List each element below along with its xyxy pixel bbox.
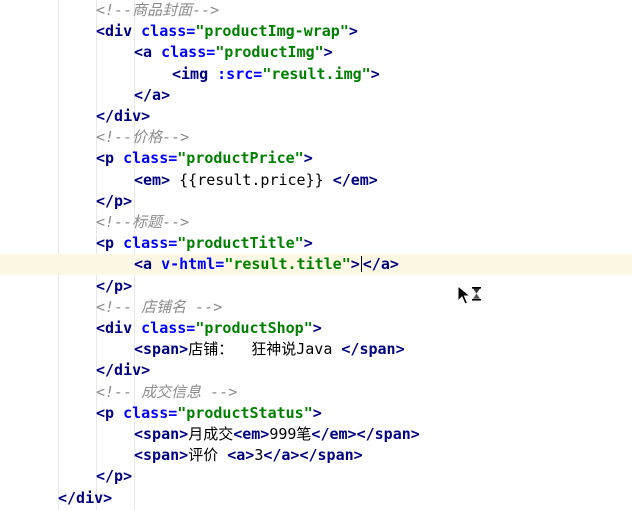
code-attribute: class= <box>123 403 178 422</box>
code-tag: </em></span> <box>311 425 420 443</box>
code-attribute: class= <box>141 22 196 41</box>
code-tag: </p> <box>96 467 133 486</box>
code-line[interactable]: </div> <box>0 488 632 509</box>
code-line[interactable]: </div> <box>0 106 632 127</box>
code-line[interactable]: <div class="productImg-wrap"> <box>0 21 632 42</box>
code-attribute: :src= <box>217 64 263 83</box>
code-text: 999笔 <box>269 425 312 443</box>
code-string: "result.img" <box>262 64 371 83</box>
code-tag: <em> <box>134 170 171 189</box>
code-tag: <p <box>96 149 124 168</box>
code-tag: <div <box>96 22 142 41</box>
code-tag: <img <box>172 64 218 83</box>
code-tag: <p <box>96 234 124 253</box>
code-string: "result.title" <box>224 255 351 274</box>
code-line[interactable]: <p class="productPrice"> <box>0 148 632 169</box>
code-tag: <span> <box>134 446 189 465</box>
code-tag: </p> <box>96 276 133 295</box>
code-text: 评价 <box>188 446 228 465</box>
code-comment: <!-- 店铺名 --> <box>96 297 223 316</box>
code-tag: </p> <box>96 191 133 210</box>
code-line[interactable]: <p class="productStatus"> <box>0 403 632 424</box>
code-tag: </em> <box>332 170 378 189</box>
code-tag: > <box>370 64 380 83</box>
code-tag: > <box>312 403 322 422</box>
code-tag: </a></span> <box>263 446 363 465</box>
code-string: "productShop" <box>195 319 313 337</box>
code-line[interactable]: <span>月成交<em>999笔</em></span> <box>0 424 632 445</box>
code-string: "productStatus" <box>177 403 313 422</box>
code-tag: <a> <box>227 446 255 465</box>
code-line[interactable]: </p> <box>0 191 632 212</box>
code-line[interactable]: <div class="productShop"> <box>0 318 632 339</box>
code-attribute: class= <box>141 319 196 337</box>
text-caret <box>360 256 362 273</box>
code-text: 3 <box>254 446 264 465</box>
code-attribute: v-html= <box>161 255 225 274</box>
code-line[interactable]: </a> <box>0 85 632 106</box>
code-line[interactable]: <span>店铺： 狂神说Java </span> <box>0 339 632 360</box>
code-line[interactable]: <em> {{result.price}} </em> <box>0 170 632 191</box>
code-text: 月成交 <box>188 425 234 443</box>
code-line[interactable]: <!-- 成交信息 --> <box>0 382 632 403</box>
code-line[interactable]: <span>评价 <a>3</a></span> <box>0 445 632 466</box>
code-tag: </div> <box>96 361 151 380</box>
code-tag: > <box>323 43 333 62</box>
code-tag: </span> <box>341 340 405 359</box>
code-text: 店铺： 狂神说Java <box>188 340 342 359</box>
code-line[interactable]: </div> <box>0 360 632 381</box>
code-line-current[interactable]: <a v-html="result.title"> </a> <box>0 254 632 276</box>
code-line[interactable]: <!-- 店铺名 --> <box>0 297 632 318</box>
code-tag: > <box>348 22 358 41</box>
code-string: "productPrice" <box>177 149 304 168</box>
code-string: "productImg-wrap" <box>195 22 349 41</box>
code-string: "productTitle" <box>177 234 304 253</box>
code-comment: <!--价格--> <box>96 128 190 147</box>
code-tag: <span> <box>134 340 189 359</box>
code-attribute: class= <box>161 43 216 62</box>
code-tag: <a <box>134 255 162 274</box>
code-comment: <!--商品封面--> <box>96 1 220 19</box>
code-string: "productImg" <box>215 43 324 62</box>
code-line[interactable]: <p class="productTitle"> <box>0 233 632 254</box>
code-attribute: class= <box>123 234 178 253</box>
code-line[interactable]: </p> <box>0 466 632 487</box>
code-tag: > <box>303 234 313 253</box>
code-tag: > <box>350 255 360 274</box>
code-line[interactable]: <!--标题--> <box>0 212 632 233</box>
code-line[interactable]: <img :src="result.img"> <box>0 64 632 85</box>
code-line[interactable]: <a class="productImg"> <box>0 42 632 63</box>
code-tag: <a <box>134 43 162 62</box>
code-tag: </div> <box>96 107 151 125</box>
code-tag: <span> <box>134 425 189 443</box>
code-tag: <em> <box>233 425 270 443</box>
code-tag: > <box>303 149 313 168</box>
code-line[interactable]: </p> <box>0 276 632 297</box>
code-text: {{result.price}} <box>170 170 333 189</box>
code-tag: <p <box>96 403 124 422</box>
code-tag: </a> <box>134 85 171 104</box>
code-attribute: class= <box>123 149 178 168</box>
code-line[interactable]: <!--价格--> <box>0 127 632 148</box>
code-tag: > <box>312 319 322 337</box>
code-line[interactable]: <!--商品封面--> <box>0 0 632 21</box>
busy-pointer-icon <box>456 284 486 308</box>
code-comment: <!-- 成交信息 --> <box>96 382 238 401</box>
code-tag: </div> <box>58 488 113 507</box>
code-comment: <!--标题--> <box>96 213 190 231</box>
code-tag: <div <box>96 319 142 337</box>
code-tag: </a> <box>362 255 399 274</box>
